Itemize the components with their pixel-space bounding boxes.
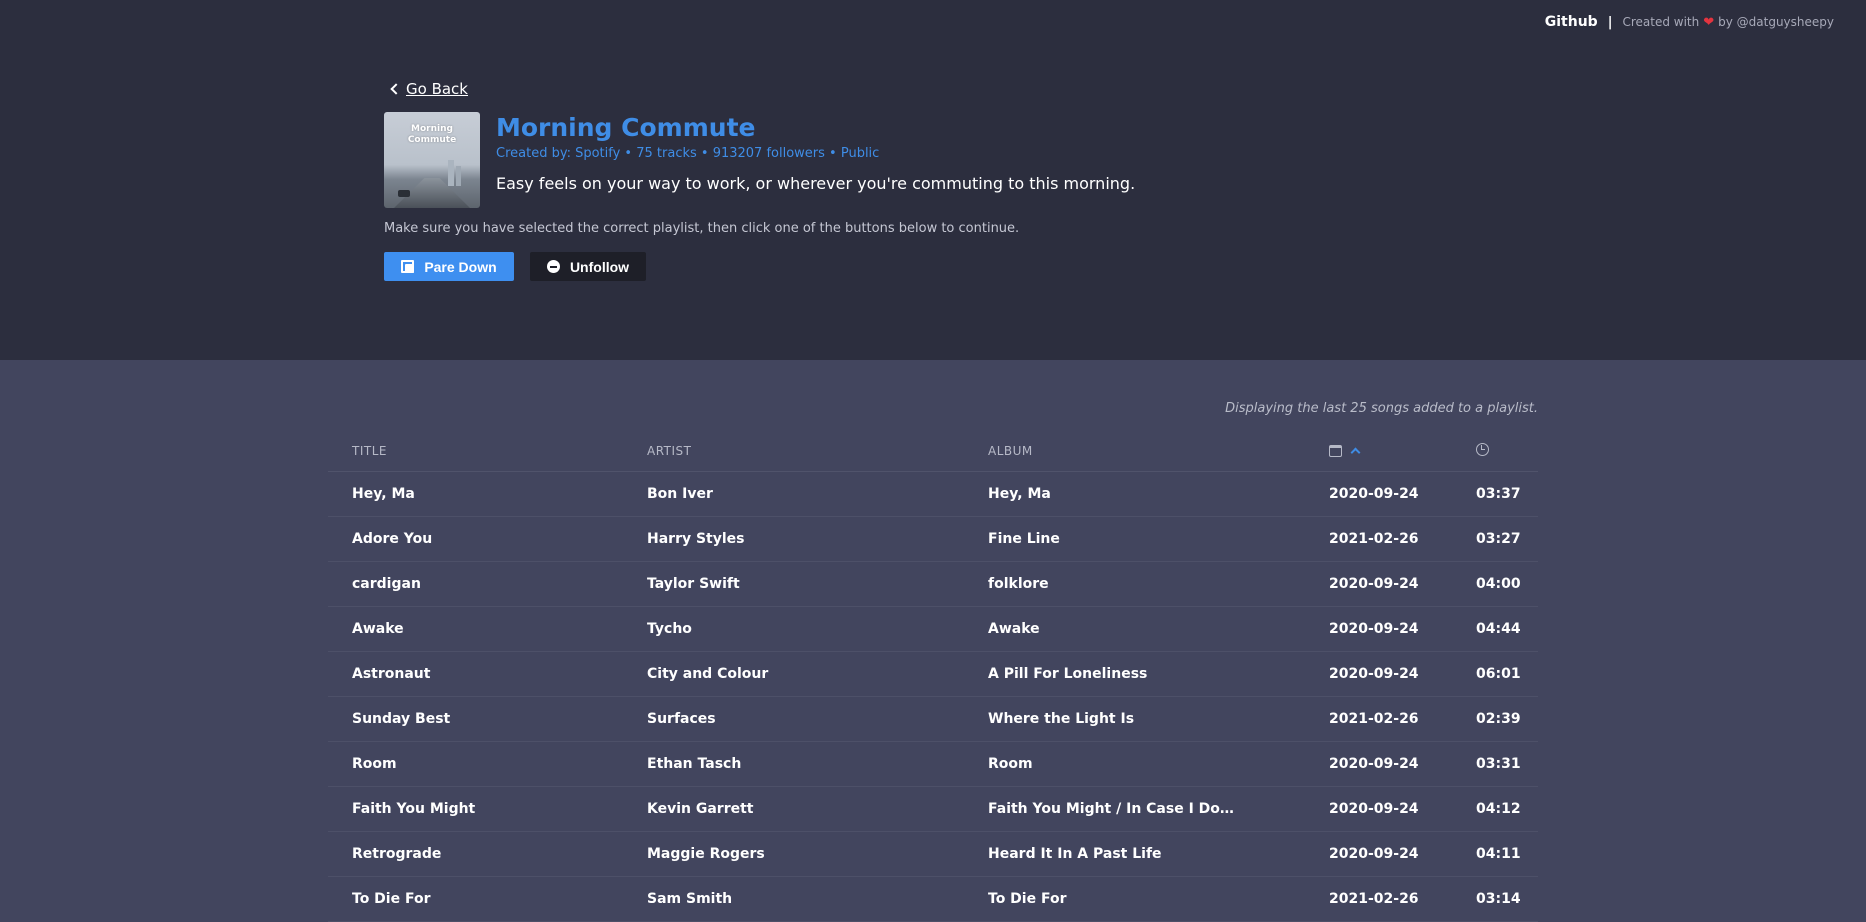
table-header: TITLE ARTIST ALBUM xyxy=(328,430,1538,472)
unfollow-label: Unfollow xyxy=(569,258,630,275)
go-back-link[interactable]: Go Back xyxy=(390,80,468,98)
track-title: To Die For xyxy=(352,891,431,907)
track-date-added: 2021-02-26 xyxy=(1329,531,1419,547)
track-artist: Kevin Garrett xyxy=(647,801,754,817)
track-date-added: 2020-09-24 xyxy=(1329,846,1419,862)
track-title: Sunday Best xyxy=(352,711,451,727)
track-artist: City and Colour xyxy=(647,666,769,682)
track-duration: 04:00 xyxy=(1476,576,1521,592)
table-row[interactable]: Hey, Ma Bon Iver Hey, Ma 2020-09-24 03:37 xyxy=(328,472,1538,517)
minus-circle-icon xyxy=(546,260,560,273)
heart-icon: ❤ xyxy=(1703,14,1715,30)
table-row[interactable]: Room Ethan Tasch Room 2020-09-24 03:31 xyxy=(328,742,1538,787)
track-title: Hey, Ma xyxy=(352,486,415,502)
display-note: Displaying the last 25 songs added to a … xyxy=(1225,401,1538,416)
track-duration: 02:39 xyxy=(1476,711,1521,727)
track-album: To Die For xyxy=(988,891,1067,907)
cover-title: Morning Commute xyxy=(384,124,480,146)
go-back-label: Go Back xyxy=(406,80,468,98)
track-title: Room xyxy=(352,756,397,772)
track-album: Hey, Ma xyxy=(988,486,1051,502)
track-duration: 06:01 xyxy=(1476,666,1521,682)
track-title: cardigan xyxy=(352,576,421,592)
credit-text: Created with ❤ by @datguysheepy xyxy=(1622,15,1834,30)
cover-line-2: Commute xyxy=(407,135,457,145)
cover-line-1: Morning xyxy=(411,124,453,134)
table-row[interactable]: Retrograde Maggie Rogers Heard It In A Pas… xyxy=(328,832,1538,877)
track-album: Room xyxy=(988,756,1033,772)
instructions-text: Make sure you have selected the correct … xyxy=(384,221,1020,236)
table-row[interactable]: Sunday Best Surfaces Where the Light Is 202… xyxy=(328,697,1538,742)
track-date-added: 2020-09-24 xyxy=(1329,621,1419,637)
track-artist: Ethan Tasch xyxy=(647,756,742,772)
table-row[interactable]: Faith You Might Kevin Garrett Faith You Mi… xyxy=(328,787,1538,832)
track-date-added: 2021-02-26 xyxy=(1329,711,1419,727)
track-duration: 03:27 xyxy=(1476,531,1521,547)
track-date-added: 2021-02-26 xyxy=(1329,891,1419,907)
table-body: Hey, Ma Bon Iver Hey, Ma 2020-09-24 03:37 Ado… xyxy=(328,472,1538,922)
track-title: Astronaut xyxy=(352,666,431,682)
clock-icon xyxy=(1476,442,1489,456)
track-title: Awake xyxy=(352,621,404,637)
track-album: Where the Light Is xyxy=(988,711,1135,727)
track-duration: 04:12 xyxy=(1476,801,1521,817)
track-date-added: 2020-09-24 xyxy=(1329,801,1419,817)
track-duration: 03:37 xyxy=(1476,486,1521,502)
playlist-title: Morning Commute xyxy=(496,113,756,142)
separator: | xyxy=(1607,14,1613,30)
calendar-icon xyxy=(1329,444,1342,457)
github-link[interactable]: Github xyxy=(1545,14,1598,30)
chevron-left-icon xyxy=(390,83,402,95)
playlist-description: Easy feels on your way to work, or where… xyxy=(496,174,1136,193)
header-album[interactable]: ALBUM xyxy=(988,444,1329,458)
track-date-added: 2020-09-24 xyxy=(1329,486,1419,502)
credit-prefix: Created with xyxy=(1622,15,1700,29)
copy-icon xyxy=(401,260,415,273)
tracks-table: TITLE ARTIST ALBUM Hey, Ma Bon Iver Hey, M… xyxy=(328,430,1538,922)
track-artist: Harry Styles xyxy=(647,531,745,547)
table-row[interactable]: Astronaut City and Colour A Pill For Lonel… xyxy=(328,652,1538,697)
track-album: Faith You Might / In Case I Do… xyxy=(988,801,1234,817)
cover-car xyxy=(398,190,410,197)
track-artist: Tycho xyxy=(647,621,692,637)
track-title: Adore You xyxy=(352,531,433,547)
credit-suffix: by @datguysheepy xyxy=(1718,15,1834,29)
header-artist[interactable]: ARTIST xyxy=(647,444,988,458)
track-duration: 03:31 xyxy=(1476,756,1521,772)
cover-building xyxy=(456,166,461,186)
track-artist: Sam Smith xyxy=(647,891,733,907)
track-duration: 04:44 xyxy=(1476,621,1521,637)
table-row[interactable]: To Die For Sam Smith To Die For 2021-02-26 0… xyxy=(328,877,1538,922)
track-artist: Maggie Rogers xyxy=(647,846,765,862)
track-artist: Bon Iver xyxy=(647,486,713,502)
cover-building xyxy=(448,160,454,186)
header-duration[interactable] xyxy=(1476,442,1538,459)
track-artist: Surfaces xyxy=(647,711,716,727)
track-album: A Pill For Loneliness xyxy=(988,666,1148,682)
track-duration: 04:11 xyxy=(1476,846,1521,862)
track-album: folklore xyxy=(988,576,1049,592)
track-date-added: 2020-09-24 xyxy=(1329,576,1419,592)
track-duration: 03:14 xyxy=(1476,891,1521,907)
track-date-added: 2020-09-24 xyxy=(1329,666,1419,682)
table-row[interactable]: Adore You Harry Styles Fine Line 2021-02-26… xyxy=(328,517,1538,562)
track-date-added: 2020-09-24 xyxy=(1329,756,1419,772)
track-title: Faith You Might xyxy=(352,801,476,817)
header-date-added[interactable] xyxy=(1329,444,1476,458)
top-bar: Github | Created with ❤ by @datguysheepy xyxy=(1545,14,1834,30)
sort-ascending-icon xyxy=(1350,447,1361,458)
table-row[interactable]: cardigan Taylor Swift folklore 2020-09-24 04… xyxy=(328,562,1538,607)
playlist-cover: Morning Commute xyxy=(384,112,480,208)
pare-down-button[interactable]: Pare Down xyxy=(384,252,514,281)
track-title: Retrograde xyxy=(352,846,442,862)
playlist-meta: Created by: Spotify • 75 tracks • 913207… xyxy=(496,146,880,161)
header-title[interactable]: TITLE xyxy=(328,444,647,458)
pare-down-label: Pare Down xyxy=(424,258,497,275)
track-album: Fine Line xyxy=(988,531,1060,547)
unfollow-button[interactable]: Unfollow xyxy=(530,252,646,281)
table-row[interactable]: Awake Tycho Awake 2020-09-24 04:44 xyxy=(328,607,1538,652)
track-album: Heard It In A Past Life xyxy=(988,846,1162,862)
track-album: Awake xyxy=(988,621,1040,637)
track-artist: Taylor Swift xyxy=(647,576,740,592)
